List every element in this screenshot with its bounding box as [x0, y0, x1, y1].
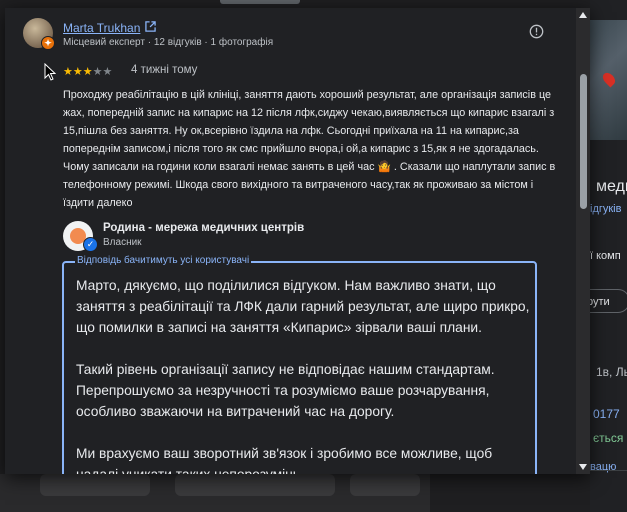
star-icon: ★	[92, 66, 103, 78]
star-icon: ★	[82, 66, 93, 78]
reply-paragraph: Ми врахуємо ваш зворотний зв'язок і зроб…	[76, 446, 493, 474]
info-icon[interactable]	[529, 24, 544, 39]
owner-role: Власник	[103, 237, 142, 248]
reply-text[interactable]: Марто, дякуємо, що поділилися відгуком. …	[76, 275, 530, 474]
dialog-scrollbar[interactable]	[576, 8, 590, 474]
reviewer-name-link[interactable]: Marta Trukhan	[63, 21, 140, 35]
star-icon: ★	[63, 66, 73, 78]
background-tile[interactable]	[40, 474, 150, 496]
review-reply-dialog: ✦ Marta Trukhan Місцевий експерт · 12 ві…	[5, 8, 590, 474]
background-company-text: ї комп	[590, 250, 621, 262]
map-pin-icon	[600, 70, 618, 88]
background-phone[interactable]: 0177	[593, 407, 620, 421]
reply-visibility-label: Відповідь бачитимуть усі користувачі	[75, 255, 252, 266]
background-reviews-link[interactable]: ідгуків	[590, 203, 621, 215]
background-tile[interactable]	[175, 474, 335, 496]
scroll-thumb[interactable]	[580, 74, 587, 209]
scroll-down-arrow-icon[interactable]	[579, 464, 587, 470]
reply-paragraph: Марто, дякуємо, що поділилися відгуком. …	[76, 278, 530, 335]
verified-check-icon: ✓	[83, 237, 98, 252]
local-guide-badge-icon: ✦	[41, 36, 55, 50]
mouse-cursor-icon	[44, 63, 56, 81]
background-status: ється с	[593, 431, 627, 445]
background-tab-indicator	[220, 0, 300, 4]
background-map-photo[interactable]	[590, 20, 627, 140]
open-in-new-icon[interactable]	[145, 21, 156, 32]
owner-name: Родина - мережа медичних центрів	[103, 222, 305, 234]
background-place-title: медичн	[596, 178, 627, 195]
star-icon: ★	[72, 66, 83, 78]
star-icon: ★	[102, 66, 113, 78]
background-tile[interactable]	[350, 474, 420, 496]
review-time: 4 тижні тому	[131, 64, 198, 76]
scroll-up-arrow-icon[interactable]	[579, 12, 587, 18]
star-rating: ★★★★★	[63, 65, 112, 78]
background-link[interactable]: вацю	[590, 461, 616, 473]
background-address: 1в, Ль	[596, 365, 627, 379]
reply-paragraph: Такий рівень організації запису не відпо…	[76, 362, 495, 419]
review-text: Проходжу реабілітацію в цій клініці, зан…	[63, 89, 556, 209]
reviewer-meta: Місцевий експерт · 12 відгуків · 1 фотог…	[63, 37, 274, 48]
